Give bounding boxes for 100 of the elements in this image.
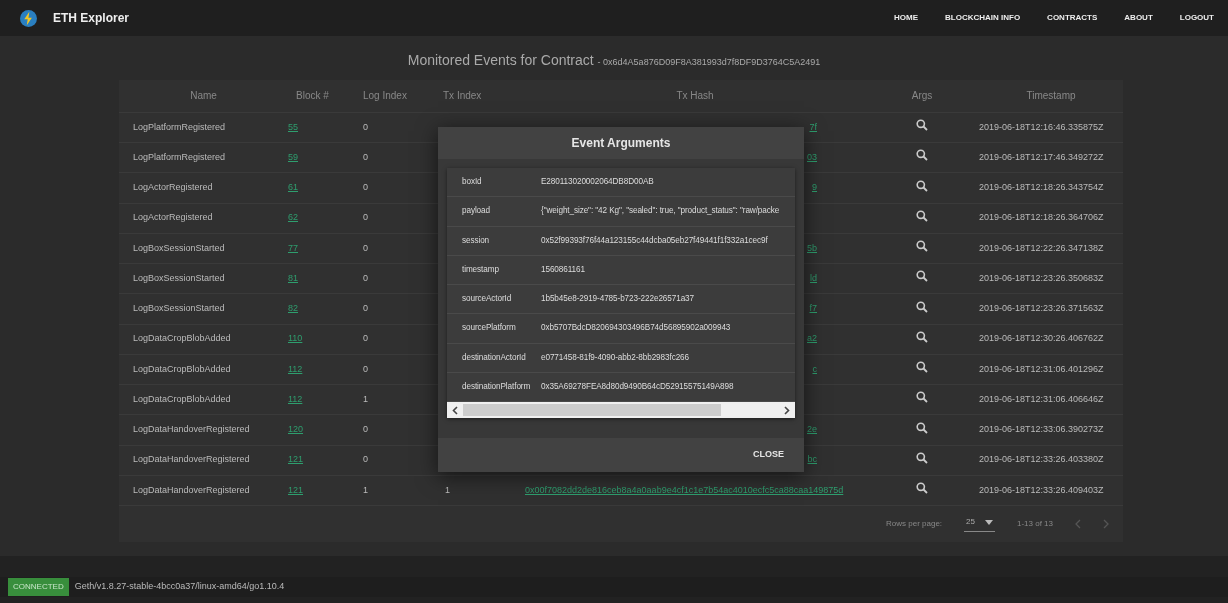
tx-hash-link[interactable]: c <box>812 363 817 374</box>
search-icon[interactable] <box>916 331 928 343</box>
table-cell-text: 2019-06-18T12:30:26.406762Z <box>979 332 1105 346</box>
table-cell-text: 2019-06-18T12:18:26.364706Z <box>979 211 1105 225</box>
search-icon[interactable] <box>916 361 928 374</box>
app-title: ETH Explorer <box>53 10 130 27</box>
table-cell-text: 2019-06-18T12:33:26.409403Z <box>979 483 1105 497</box>
search-icon[interactable] <box>916 149 928 162</box>
search-icon[interactable] <box>916 270 928 283</box>
table-cell-text: 0 <box>363 423 369 437</box>
argument-name: destinationPlatform <box>461 381 532 394</box>
block-link[interactable]: 121 <box>288 454 304 465</box>
nav-link[interactable]: CONTRACTS <box>1047 12 1098 24</box>
table-cell-text: 0 <box>363 332 369 346</box>
table-cell-text: 1 <box>363 483 369 497</box>
rows-per-page-label: Rows per page: <box>886 518 943 531</box>
block-link[interactable]: 81 <box>288 273 298 283</box>
nav-link[interactable]: BLOCKCHAIN INFO <box>945 12 1021 24</box>
tx-hash-link[interactable]: a2 <box>807 333 817 344</box>
search-icon[interactable] <box>916 391 928 404</box>
table-cell: 1 <box>445 484 450 495</box>
table-cell-text: 0 <box>363 151 369 164</box>
block-link[interactable]: 77 <box>288 242 298 253</box>
table-cell-text: 2019-06-18T12:31:06.401296Z <box>979 362 1105 376</box>
argument-name: sourceActorId <box>461 293 513 306</box>
argument-value: E280113020002064DB8D00AB <box>541 176 654 188</box>
argument-value: 1b5b45e8-2919-4785-b723-222e26571a37 <box>541 293 695 306</box>
tx-hash-link[interactable]: 7f <box>809 121 817 132</box>
dialog-title: Event Arguments <box>438 127 804 159</box>
table-cell-text: 2019-06-18T12:16:46.335875Z <box>979 120 1105 134</box>
table-cell-text: LogActorRegistered <box>132 181 214 195</box>
block-link[interactable]: 62 <box>288 212 298 223</box>
argument-name: session <box>461 234 491 247</box>
table-cell-text: 0 <box>363 211 369 225</box>
page-title: Monitored Events for Contract - 0x6d4A5a876D09F8A381993d7f8DF9D3764C5A2491 <box>406 51 822 70</box>
table-cell-text: LogDataCropBlobAdded <box>132 362 232 376</box>
search-icon[interactable] <box>916 482 928 495</box>
nav-link[interactable]: LOGOUT <box>1179 12 1214 24</box>
block-link[interactable]: 82 <box>288 303 298 314</box>
tx-hash-link[interactable]: 03 <box>807 152 817 162</box>
search-icon[interactable] <box>916 179 928 192</box>
table-cell-text: 1 <box>363 393 369 406</box>
horizontal-scrollbar[interactable] <box>447 402 795 419</box>
tx-hash-link[interactable]: f7 <box>809 303 817 314</box>
tx-hash-link[interactable]: 9 <box>812 182 817 193</box>
table-cell-text: 2019-06-18T12:18:26.343754Z <box>979 181 1105 195</box>
page-range: 1-13 of 13 <box>1016 518 1053 531</box>
argument-value: 1560861161 <box>541 263 585 276</box>
table-cell-text: 2019-06-18T12:22:26.347138Z <box>979 241 1105 255</box>
table-cell-text: 0 <box>363 181 369 195</box>
close-button[interactable]: CLOSE <box>751 444 786 466</box>
nav-link[interactable]: ABOUT <box>1124 12 1153 24</box>
table-cell-text: 2019-06-18T12:31:06.406646Z <box>979 393 1105 406</box>
search-icon[interactable] <box>916 300 928 313</box>
column-header: Tx Index <box>443 89 483 104</box>
table-cell-text: LogDataHandoverRegistered <box>132 423 251 437</box>
column-header: Timestamp <box>1025 89 1077 104</box>
argument-value: 0x52f99393f76f44a123155c44dcba05eb27f49441f1f332a1cec9f <box>541 234 768 247</box>
search-icon[interactable] <box>916 421 928 434</box>
nav-link[interactable]: HOME <box>894 12 918 24</box>
table-cell-text: LogActorRegistered <box>132 211 214 225</box>
table-cell-text: LogDataHandoverRegistered <box>132 483 251 497</box>
column-header: Log Index <box>363 89 408 104</box>
block-link[interactable]: 112 <box>288 394 303 404</box>
search-icon[interactable] <box>916 240 928 253</box>
table-cell-text: 2019-06-18T12:33:06.390273Z <box>979 423 1105 437</box>
table-cell-text: 0 <box>363 302 369 316</box>
table-cell-text: 0 <box>363 453 369 467</box>
argument-value: e0771458-81f9-4090-abb2-8bb2983fc266 <box>541 351 689 364</box>
connection-status: CONNECTED <box>8 578 69 596</box>
client-version: Geth/v1.8.27-stable-4bcc0a37/linux-amd64/go1.10.4 <box>74 580 285 594</box>
block-link[interactable]: 121 <box>288 484 304 495</box>
argument-value: {"weight_size": "42 Kg", "sealed": true, "product_status": "raw/packe <box>541 205 780 218</box>
table-cell-text: LogBoxSessionStarted <box>132 241 226 255</box>
table-cell-text: LogDataCropBlobAdded <box>132 393 232 406</box>
block-link[interactable]: 59 <box>288 152 298 162</box>
search-icon[interactable] <box>916 210 928 222</box>
argument-name: payload <box>461 205 491 218</box>
table-cell-text: 2019-06-18T12:17:46.349272Z <box>979 151 1105 164</box>
tx-hash-link[interactable]: 5b <box>807 242 817 253</box>
table-cell-text: 0 <box>363 362 369 376</box>
rows-per-page-select[interactable]: 25 <box>964 516 995 533</box>
block-link[interactable]: 55 <box>288 121 298 132</box>
table-cell-text: 2019-06-18T12:33:26.403380Z <box>979 453 1105 467</box>
argument-value: 0x35A69278FEA8d80d9490B64cD52915575149A898 <box>541 381 734 394</box>
block-link[interactable]: 112 <box>288 363 303 374</box>
block-link[interactable]: 120 <box>288 424 304 435</box>
tx-hash-link[interactable]: 0x00f7082dd2de816ceb8a4a0aab9e4cf1c1e7b54ac4010ecfc5ca88caa149875d <box>525 484 844 495</box>
search-icon[interactable] <box>916 452 928 464</box>
table-cell-text: 2019-06-18T12:23:26.371563Z <box>979 302 1105 316</box>
table-cell-text: 0 <box>363 120 369 134</box>
tx-hash-link[interactable]: bc <box>807 454 817 465</box>
column-header: Name <box>189 89 218 104</box>
search-icon[interactable] <box>916 119 928 132</box>
block-link[interactable]: 61 <box>288 182 298 193</box>
argument-value: 0xb5707BdcD820694303496B74d56895902a009943 <box>541 322 731 335</box>
caret-icon <box>984 519 993 525</box>
tx-hash-link[interactable]: 2e <box>807 424 817 435</box>
block-link[interactable]: 110 <box>288 333 303 344</box>
tx-hash-link[interactable]: ld <box>810 273 817 283</box>
